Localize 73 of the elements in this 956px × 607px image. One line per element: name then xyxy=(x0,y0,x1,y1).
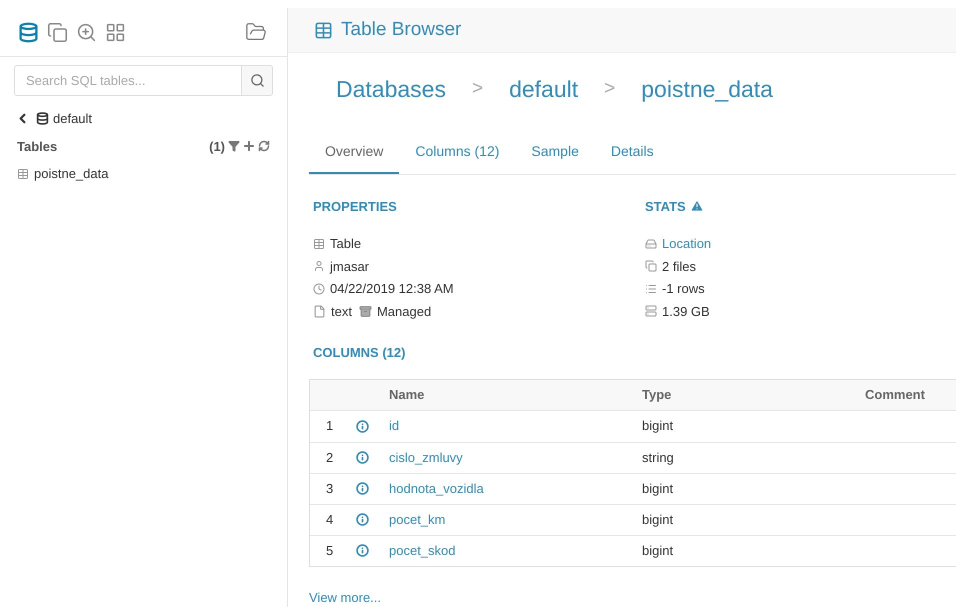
column-header[interactable]: Comment xyxy=(865,384,925,404)
info-icon[interactable] xyxy=(356,544,369,557)
info-icon[interactable] xyxy=(356,513,369,526)
tables-label: Tables xyxy=(17,138,58,156)
database-name[interactable]: default xyxy=(53,109,92,128)
property-value: Table xyxy=(330,235,362,253)
tab[interactable]: Overview xyxy=(309,140,400,174)
search-icon xyxy=(250,73,264,88)
section-title: STATS xyxy=(645,198,686,216)
refresh-icon[interactable] xyxy=(258,140,270,152)
add-icon[interactable] xyxy=(242,139,256,154)
files-icon xyxy=(645,260,657,272)
folder-icon[interactable] xyxy=(245,21,267,43)
property-value: 04/22/2019 12:38 AM xyxy=(330,280,454,298)
column-name-link[interactable]: pocet_km xyxy=(389,510,642,530)
property-value: Managed xyxy=(376,302,432,321)
table-cell-text: bigint xyxy=(642,542,674,560)
file-icon xyxy=(313,304,326,318)
database-icon[interactable] xyxy=(18,22,39,42)
user-icon xyxy=(313,260,325,272)
column-header[interactable]: Type xyxy=(642,384,865,404)
table-cell-text: bigint xyxy=(642,480,674,498)
zoom-icon[interactable] xyxy=(76,22,97,42)
archive-icon xyxy=(358,304,372,318)
table-cell-text: bigint xyxy=(642,417,674,436)
storage-icon xyxy=(645,305,657,318)
breadcrumb-link[interactable]: default xyxy=(509,72,578,106)
row-number: 3 xyxy=(325,480,334,498)
property-value: text xyxy=(331,302,352,320)
column-name-link[interactable]: pocet_skod xyxy=(389,540,642,560)
table-icon xyxy=(313,238,325,250)
table-cell-text: bigint xyxy=(642,510,674,529)
search-button[interactable] xyxy=(242,65,273,96)
breadcrumb-link[interactable]: Databases xyxy=(336,72,446,106)
view-more-link[interactable]: View more... xyxy=(309,588,956,607)
property-value: jmasar xyxy=(330,258,370,276)
grid-icon[interactable] xyxy=(105,22,126,42)
column-name-link[interactable]: id xyxy=(389,416,642,436)
tab[interactable]: Sample xyxy=(515,140,595,174)
row-number: 4 xyxy=(325,510,334,529)
row-number: 1 xyxy=(325,417,334,436)
clock-icon xyxy=(313,282,325,295)
info-icon[interactable] xyxy=(356,420,369,432)
tab[interactable]: Columns (12) xyxy=(399,140,516,174)
section-title: COLUMNS (12) xyxy=(313,344,406,362)
section-title: PROPERTIES xyxy=(313,198,398,216)
column-name-link[interactable]: hodnota_vozidla xyxy=(389,478,642,498)
breadcrumb-separator: > xyxy=(604,77,616,101)
stat-value: 1.39 GB xyxy=(662,302,710,320)
info-icon[interactable] xyxy=(356,451,369,464)
filter-icon[interactable] xyxy=(228,140,240,152)
location-link[interactable]: Location xyxy=(662,234,712,254)
breadcrumb-separator: > xyxy=(472,77,484,101)
header-title: Table Browser xyxy=(341,18,462,42)
table-item[interactable]: poistne_data xyxy=(34,164,108,184)
row-number: 2 xyxy=(325,448,334,467)
stat-value: -1 rows xyxy=(662,280,705,298)
column-name-link[interactable]: cislo_zmluvy xyxy=(389,448,642,468)
table-icon xyxy=(314,20,333,40)
breadcrumb-link[interactable]: poistne_data xyxy=(641,72,773,106)
column-header[interactable]: Name xyxy=(389,384,642,404)
tab[interactable]: Details xyxy=(594,140,670,174)
table-cell-text: string xyxy=(642,448,674,467)
files-icon[interactable] xyxy=(47,22,68,42)
table-icon xyxy=(17,168,29,180)
search-field[interactable]: Search SQL tables... xyxy=(14,65,242,96)
info-icon[interactable] xyxy=(356,482,369,495)
drive-icon xyxy=(645,238,657,250)
tables-count: (1) xyxy=(209,138,225,156)
database-icon xyxy=(36,112,49,126)
row-number: 5 xyxy=(325,542,334,560)
warning-icon[interactable] xyxy=(690,199,704,214)
stat-value: 2 files xyxy=(662,258,696,276)
